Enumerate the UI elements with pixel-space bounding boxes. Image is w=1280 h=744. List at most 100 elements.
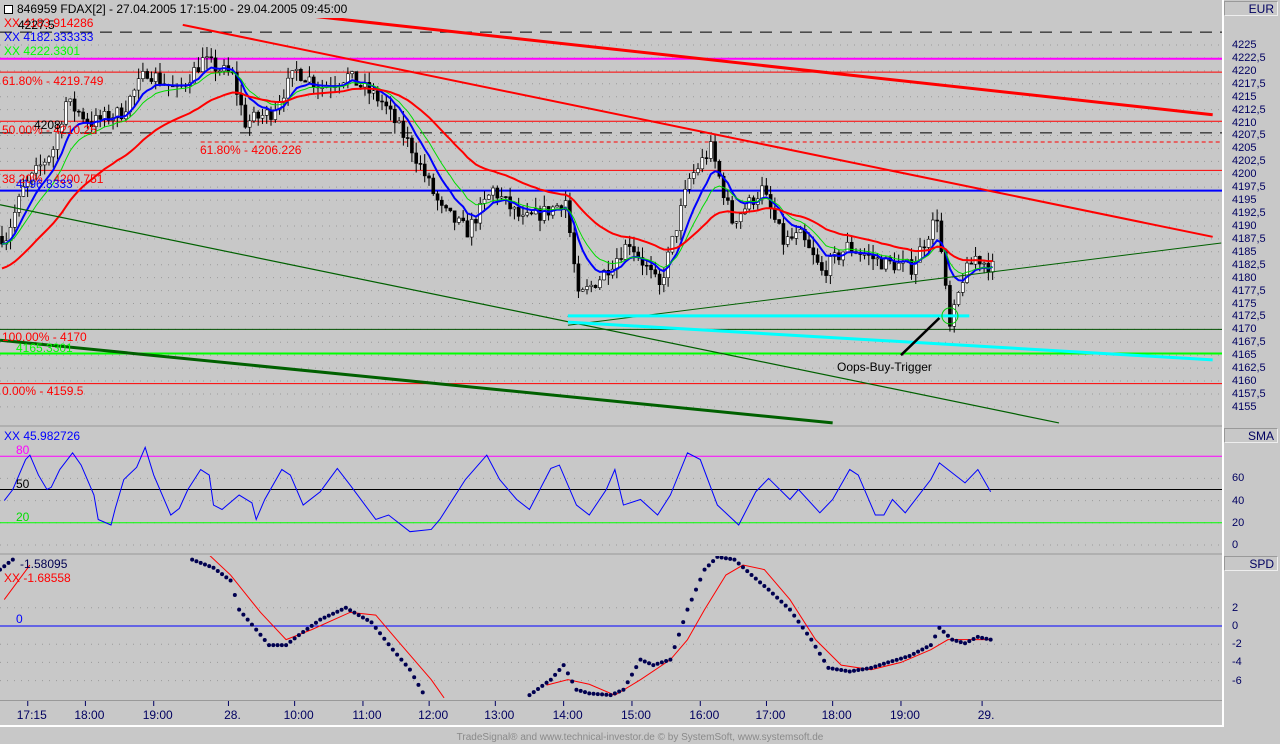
price-axis-tick: 4165	[1232, 349, 1257, 362]
spd-dot	[954, 638, 959, 643]
candle-up	[896, 262, 901, 271]
candle-down	[781, 223, 786, 245]
spd-dot	[685, 607, 690, 612]
spd-dot	[301, 630, 306, 635]
spd-dot	[412, 675, 417, 680]
candle-up	[307, 76, 312, 83]
spd-dot	[331, 611, 336, 616]
spd-dot	[852, 668, 856, 673]
candle-down	[77, 110, 81, 113]
candle-up	[457, 217, 461, 223]
spd-dot	[629, 672, 634, 677]
candle-up	[371, 90, 376, 94]
spd-dot	[941, 629, 946, 634]
candle-up	[875, 257, 880, 260]
spd-dot	[621, 687, 626, 692]
candle-up	[700, 157, 705, 170]
spd-dot	[0, 567, 2, 572]
time-axis-label: 14:00	[552, 708, 583, 722]
spd-dot	[232, 593, 237, 598]
spd-dot	[608, 693, 613, 698]
window-icon[interactable]	[4, 4, 13, 14]
candle-up	[68, 98, 73, 103]
candle-up	[294, 68, 299, 71]
candle-up	[200, 57, 205, 73]
spd-dot	[894, 657, 899, 662]
spd-dot	[634, 665, 639, 670]
spd-dot	[783, 603, 788, 608]
time-axis-label: 16:00	[689, 708, 720, 722]
sma-axis-tick: 60	[1232, 472, 1245, 485]
spd-dot	[775, 595, 780, 600]
spd-dot	[254, 627, 259, 632]
candle-up	[217, 70, 222, 73]
price-axis-tick: 4195	[1232, 194, 1257, 207]
candle-down	[653, 269, 658, 275]
spd-dot	[258, 632, 263, 637]
chart-annotation-label: 61.80% - 4219.749	[2, 74, 104, 88]
spd-dot	[275, 643, 280, 648]
spd-dot	[881, 661, 886, 666]
spd-dot	[758, 580, 763, 585]
candle-up	[491, 187, 495, 196]
time-axis-label: 19:00	[142, 708, 173, 722]
spd-dot	[762, 583, 767, 588]
candle-down	[384, 101, 389, 107]
spd-dot	[2, 564, 7, 569]
candle-down	[98, 115, 103, 120]
spd-dot	[378, 631, 383, 636]
spd-dot	[975, 634, 980, 639]
candle-down	[777, 219, 781, 224]
candle-down	[375, 90, 380, 102]
axis-divider	[1222, 0, 1224, 727]
spd-dot	[237, 607, 242, 612]
spd-dot	[753, 576, 758, 581]
price-axis-tick: 4217,5	[1232, 77, 1266, 90]
price-axis-tick: 4210	[1232, 116, 1257, 129]
spd-dot	[309, 623, 314, 628]
spd-signal-line	[546, 564, 991, 696]
trendline	[182, 23, 1213, 238]
candle-down	[256, 111, 261, 119]
candle-down	[435, 193, 440, 201]
spd-dot	[787, 607, 792, 612]
candle-up	[555, 205, 559, 208]
time-axis-label: 15:00	[620, 708, 651, 722]
spd-dot	[719, 556, 724, 560]
candle-down	[299, 68, 303, 81]
candle-down	[632, 246, 636, 253]
spd-dot	[655, 661, 660, 666]
spd-dot	[723, 556, 728, 561]
spd-dot	[958, 640, 963, 645]
candle-up	[828, 256, 833, 276]
spd-axis-tick: 0	[1232, 620, 1239, 632]
spd-dot	[267, 643, 272, 648]
chart-canvas[interactable]	[0, 0, 1222, 726]
candle-down	[81, 111, 85, 120]
spd-dot	[296, 633, 301, 638]
spd-dot	[245, 617, 250, 622]
spd-dot	[420, 690, 425, 695]
spd-dot	[651, 663, 656, 668]
candle-down	[764, 185, 769, 195]
price-axis-tick: 4207,5	[1232, 129, 1266, 142]
candle-up	[290, 70, 295, 79]
time-axis-label: 18:00	[74, 708, 105, 722]
candle-down	[427, 175, 431, 179]
candle-up	[696, 168, 700, 173]
spd-dot	[920, 647, 925, 652]
sma-value-label: XX 45.982726	[4, 429, 81, 443]
spd-dot	[365, 617, 370, 622]
spd-dot	[356, 613, 361, 618]
spd-dot	[403, 662, 408, 667]
candle-up	[585, 286, 589, 290]
spd-dot	[407, 667, 412, 672]
candle-down	[948, 285, 952, 327]
spd-dot	[864, 666, 869, 671]
candle-down	[393, 108, 397, 124]
spd-dot	[971, 637, 976, 642]
candle-up	[960, 282, 965, 293]
time-axis-label: 18:00	[821, 708, 852, 722]
spd-dot	[249, 622, 254, 627]
spd-dot	[813, 644, 818, 649]
